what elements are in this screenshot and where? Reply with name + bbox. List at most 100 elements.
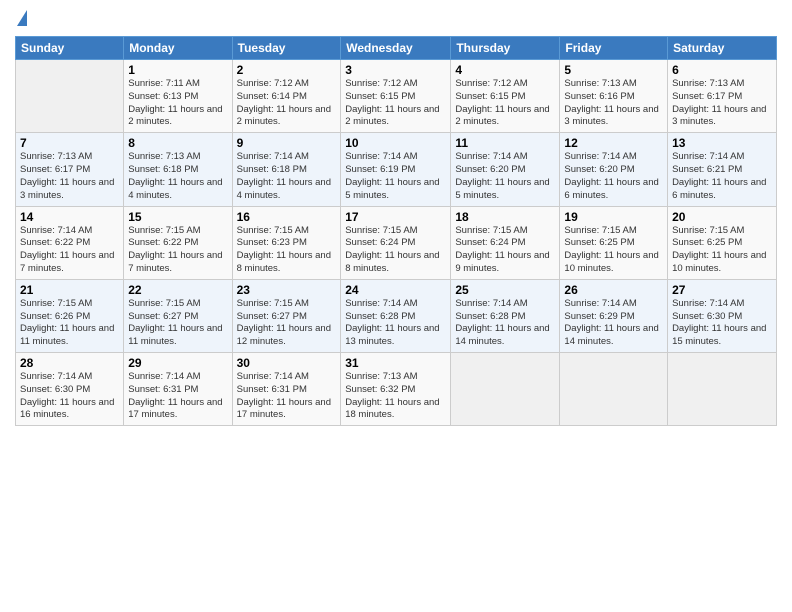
day-cell: 23Sunrise: 7:15 AMSunset: 6:27 PMDayligh… <box>232 279 341 352</box>
header-row: SundayMondayTuesdayWednesdayThursdayFrid… <box>16 37 777 60</box>
day-info: Sunrise: 7:13 AMSunset: 6:18 PMDaylight:… <box>128 151 227 202</box>
day-number: 12 <box>564 136 663 150</box>
day-number: 11 <box>455 136 555 150</box>
day-cell: 19Sunrise: 7:15 AMSunset: 6:25 PMDayligh… <box>560 206 668 279</box>
day-number: 10 <box>345 136 446 150</box>
day-number: 28 <box>20 356 119 370</box>
day-cell: 10Sunrise: 7:14 AMSunset: 6:19 PMDayligh… <box>341 133 451 206</box>
day-cell: 15Sunrise: 7:15 AMSunset: 6:22 PMDayligh… <box>124 206 232 279</box>
day-number: 2 <box>237 63 337 77</box>
day-cell: 16Sunrise: 7:15 AMSunset: 6:23 PMDayligh… <box>232 206 341 279</box>
day-number: 4 <box>455 63 555 77</box>
day-info: Sunrise: 7:14 AMSunset: 6:30 PMDaylight:… <box>20 371 119 422</box>
day-info: Sunrise: 7:14 AMSunset: 6:21 PMDaylight:… <box>672 151 772 202</box>
logo-triangle-icon <box>17 10 27 26</box>
day-info: Sunrise: 7:14 AMSunset: 6:30 PMDaylight:… <box>672 298 772 349</box>
week-row-5: 28Sunrise: 7:14 AMSunset: 6:30 PMDayligh… <box>16 353 777 426</box>
day-cell: 5Sunrise: 7:13 AMSunset: 6:16 PMDaylight… <box>560 60 668 133</box>
day-number: 30 <box>237 356 337 370</box>
day-info: Sunrise: 7:15 AMSunset: 6:27 PMDaylight:… <box>128 298 227 349</box>
day-cell: 1Sunrise: 7:11 AMSunset: 6:13 PMDaylight… <box>124 60 232 133</box>
day-number: 19 <box>564 210 663 224</box>
day-cell <box>668 353 777 426</box>
day-cell: 25Sunrise: 7:14 AMSunset: 6:28 PMDayligh… <box>451 279 560 352</box>
day-info: Sunrise: 7:13 AMSunset: 6:17 PMDaylight:… <box>20 151 119 202</box>
week-row-1: 1Sunrise: 7:11 AMSunset: 6:13 PMDaylight… <box>16 60 777 133</box>
day-cell: 2Sunrise: 7:12 AMSunset: 6:14 PMDaylight… <box>232 60 341 133</box>
day-header-saturday: Saturday <box>668 37 777 60</box>
day-number: 5 <box>564 63 663 77</box>
day-cell: 4Sunrise: 7:12 AMSunset: 6:15 PMDaylight… <box>451 60 560 133</box>
day-info: Sunrise: 7:14 AMSunset: 6:29 PMDaylight:… <box>564 298 663 349</box>
day-cell: 29Sunrise: 7:14 AMSunset: 6:31 PMDayligh… <box>124 353 232 426</box>
day-cell: 30Sunrise: 7:14 AMSunset: 6:31 PMDayligh… <box>232 353 341 426</box>
day-number: 31 <box>345 356 446 370</box>
day-number: 17 <box>345 210 446 224</box>
day-cell: 13Sunrise: 7:14 AMSunset: 6:21 PMDayligh… <box>668 133 777 206</box>
day-number: 9 <box>237 136 337 150</box>
day-number: 1 <box>128 63 227 77</box>
day-cell <box>451 353 560 426</box>
day-number: 22 <box>128 283 227 297</box>
day-info: Sunrise: 7:15 AMSunset: 6:22 PMDaylight:… <box>128 225 227 276</box>
day-cell: 24Sunrise: 7:14 AMSunset: 6:28 PMDayligh… <box>341 279 451 352</box>
day-number: 27 <box>672 283 772 297</box>
day-number: 18 <box>455 210 555 224</box>
day-header-friday: Friday <box>560 37 668 60</box>
day-info: Sunrise: 7:15 AMSunset: 6:24 PMDaylight:… <box>345 225 446 276</box>
day-number: 20 <box>672 210 772 224</box>
day-cell: 14Sunrise: 7:14 AMSunset: 6:22 PMDayligh… <box>16 206 124 279</box>
day-cell: 17Sunrise: 7:15 AMSunset: 6:24 PMDayligh… <box>341 206 451 279</box>
day-cell <box>16 60 124 133</box>
day-info: Sunrise: 7:14 AMSunset: 6:31 PMDaylight:… <box>237 371 337 422</box>
day-number: 13 <box>672 136 772 150</box>
day-info: Sunrise: 7:15 AMSunset: 6:24 PMDaylight:… <box>455 225 555 276</box>
day-number: 21 <box>20 283 119 297</box>
day-header-thursday: Thursday <box>451 37 560 60</box>
day-cell: 12Sunrise: 7:14 AMSunset: 6:20 PMDayligh… <box>560 133 668 206</box>
day-cell: 18Sunrise: 7:15 AMSunset: 6:24 PMDayligh… <box>451 206 560 279</box>
day-info: Sunrise: 7:14 AMSunset: 6:22 PMDaylight:… <box>20 225 119 276</box>
day-header-tuesday: Tuesday <box>232 37 341 60</box>
day-info: Sunrise: 7:13 AMSunset: 6:16 PMDaylight:… <box>564 78 663 129</box>
day-cell: 27Sunrise: 7:14 AMSunset: 6:30 PMDayligh… <box>668 279 777 352</box>
day-info: Sunrise: 7:15 AMSunset: 6:27 PMDaylight:… <box>237 298 337 349</box>
day-header-wednesday: Wednesday <box>341 37 451 60</box>
day-cell: 22Sunrise: 7:15 AMSunset: 6:27 PMDayligh… <box>124 279 232 352</box>
day-cell: 28Sunrise: 7:14 AMSunset: 6:30 PMDayligh… <box>16 353 124 426</box>
day-number: 25 <box>455 283 555 297</box>
day-header-monday: Monday <box>124 37 232 60</box>
day-info: Sunrise: 7:14 AMSunset: 6:28 PMDaylight:… <box>455 298 555 349</box>
week-row-3: 14Sunrise: 7:14 AMSunset: 6:22 PMDayligh… <box>16 206 777 279</box>
day-number: 3 <box>345 63 446 77</box>
day-info: Sunrise: 7:15 AMSunset: 6:25 PMDaylight:… <box>564 225 663 276</box>
day-info: Sunrise: 7:14 AMSunset: 6:20 PMDaylight:… <box>564 151 663 202</box>
day-number: 6 <box>672 63 772 77</box>
day-number: 15 <box>128 210 227 224</box>
day-info: Sunrise: 7:14 AMSunset: 6:19 PMDaylight:… <box>345 151 446 202</box>
day-cell: 3Sunrise: 7:12 AMSunset: 6:15 PMDaylight… <box>341 60 451 133</box>
day-info: Sunrise: 7:12 AMSunset: 6:15 PMDaylight:… <box>455 78 555 129</box>
day-cell: 26Sunrise: 7:14 AMSunset: 6:29 PMDayligh… <box>560 279 668 352</box>
day-info: Sunrise: 7:12 AMSunset: 6:14 PMDaylight:… <box>237 78 337 129</box>
day-cell: 8Sunrise: 7:13 AMSunset: 6:18 PMDaylight… <box>124 133 232 206</box>
day-cell: 11Sunrise: 7:14 AMSunset: 6:20 PMDayligh… <box>451 133 560 206</box>
header <box>15 10 777 28</box>
day-info: Sunrise: 7:15 AMSunset: 6:25 PMDaylight:… <box>672 225 772 276</box>
day-info: Sunrise: 7:14 AMSunset: 6:28 PMDaylight:… <box>345 298 446 349</box>
day-cell: 7Sunrise: 7:13 AMSunset: 6:17 PMDaylight… <box>16 133 124 206</box>
day-info: Sunrise: 7:14 AMSunset: 6:20 PMDaylight:… <box>455 151 555 202</box>
day-info: Sunrise: 7:13 AMSunset: 6:32 PMDaylight:… <box>345 371 446 422</box>
day-info: Sunrise: 7:12 AMSunset: 6:15 PMDaylight:… <box>345 78 446 129</box>
day-number: 8 <box>128 136 227 150</box>
day-number: 23 <box>237 283 337 297</box>
day-number: 29 <box>128 356 227 370</box>
day-cell: 20Sunrise: 7:15 AMSunset: 6:25 PMDayligh… <box>668 206 777 279</box>
calendar-table: SundayMondayTuesdayWednesdayThursdayFrid… <box>15 36 777 426</box>
day-info: Sunrise: 7:15 AMSunset: 6:26 PMDaylight:… <box>20 298 119 349</box>
day-cell <box>560 353 668 426</box>
day-info: Sunrise: 7:15 AMSunset: 6:23 PMDaylight:… <box>237 225 337 276</box>
day-number: 7 <box>20 136 119 150</box>
day-number: 14 <box>20 210 119 224</box>
day-number: 16 <box>237 210 337 224</box>
